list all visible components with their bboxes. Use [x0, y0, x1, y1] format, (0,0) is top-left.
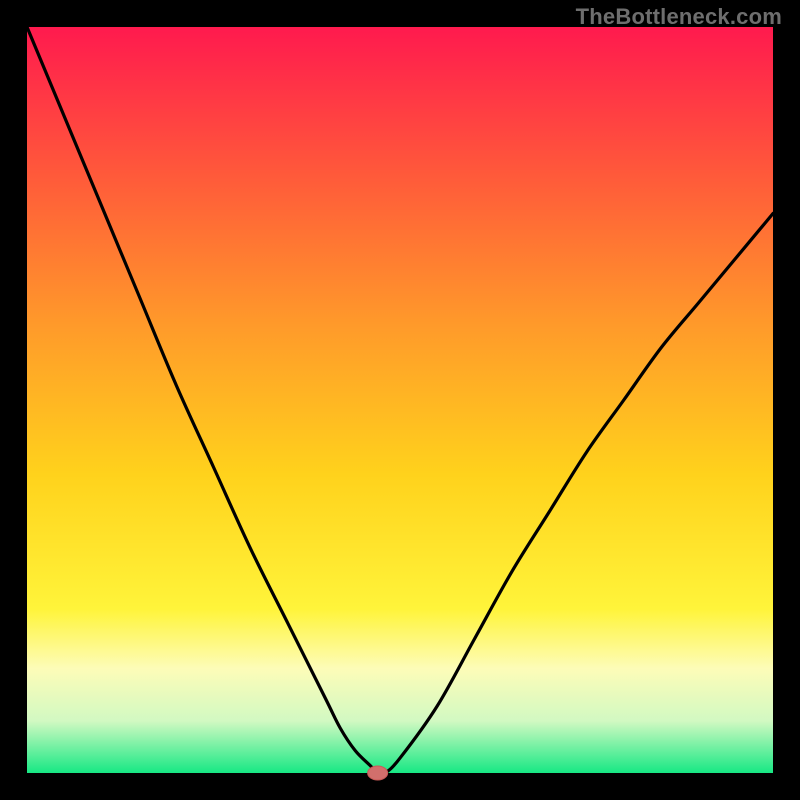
- gradient-background: [27, 27, 773, 773]
- chart-frame: { "watermark": "TheBottleneck.com", "col…: [0, 0, 800, 800]
- optimum-marker: [368, 766, 388, 780]
- watermark-text: TheBottleneck.com: [576, 4, 782, 30]
- bottleneck-chart: [0, 0, 800, 800]
